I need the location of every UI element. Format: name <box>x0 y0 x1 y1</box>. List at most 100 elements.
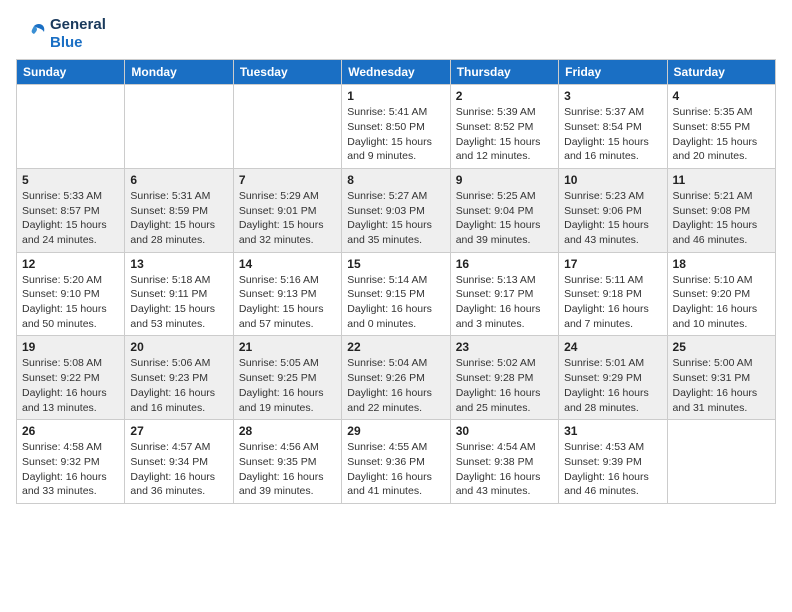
day-info: Sunrise: 4:55 AM Sunset: 9:36 PM Dayligh… <box>347 440 444 499</box>
logo-bird-icon <box>16 18 48 50</box>
weekday-header: Tuesday <box>233 60 341 85</box>
calendar-cell: 15 Sunrise: 5:14 AM Sunset: 9:15 PM Dayli… <box>342 252 450 336</box>
calendar-cell: 1Sunrise: 5:41 AM Sunset: 8:50 PM Daylig… <box>342 85 450 169</box>
day-number: 16 <box>456 257 553 271</box>
page-header: General Blue <box>16 16 776 51</box>
day-info: Sunrise: 4:57 AM Sunset: 9:34 PM Dayligh… <box>130 440 227 499</box>
calendar-cell <box>667 420 775 504</box>
logo-general: General <box>50 16 106 33</box>
calendar-cell: 3 Sunrise: 5:37 AM Sunset: 8:54 PM Daylig… <box>559 85 667 169</box>
day-number: 4 <box>673 89 770 103</box>
calendar-cell: 12Sunrise: 5:20 AM Sunset: 9:10 PM Dayli… <box>17 252 125 336</box>
day-info: Sunrise: 5:25 AM Sunset: 9:04 PM Dayligh… <box>456 189 553 248</box>
day-number: 30 <box>456 424 553 438</box>
calendar-cell: 16 Sunrise: 5:13 AM Sunset: 9:17 PM Dayli… <box>450 252 558 336</box>
day-number: 31 <box>564 424 661 438</box>
calendar-cell: 9 Sunrise: 5:25 AM Sunset: 9:04 PM Daylig… <box>450 168 558 252</box>
day-number: 21 <box>239 340 336 354</box>
day-number: 28 <box>239 424 336 438</box>
day-number: 3 <box>564 89 661 103</box>
calendar-cell: 25 Sunrise: 5:00 AM Sunset: 9:31 PM Dayli… <box>667 336 775 420</box>
calendar-cell: 26 Sunrise: 4:58 AM Sunset: 9:32 PM Dayli… <box>17 420 125 504</box>
calendar-cell: 17 Sunrise: 5:11 AM Sunset: 9:18 PM Dayli… <box>559 252 667 336</box>
day-info: Sunrise: 5:39 AM Sunset: 8:52 PM Dayligh… <box>456 105 553 164</box>
calendar-cell: 24 Sunrise: 5:01 AM Sunset: 9:29 PM Dayli… <box>559 336 667 420</box>
day-info: Sunrise: 5:04 AM Sunset: 9:26 PM Dayligh… <box>347 356 444 415</box>
day-info: Sunrise: 5:10 AM Sunset: 9:20 PM Dayligh… <box>673 273 770 332</box>
weekday-header: Saturday <box>667 60 775 85</box>
calendar-cell <box>125 85 233 169</box>
day-number: 25 <box>673 340 770 354</box>
day-info: Sunrise: 5:37 AM Sunset: 8:54 PM Dayligh… <box>564 105 661 164</box>
day-number: 10 <box>564 173 661 187</box>
calendar-cell: 23Sunrise: 5:02 AM Sunset: 9:28 PM Dayli… <box>450 336 558 420</box>
day-number: 19 <box>22 340 119 354</box>
day-info: Sunrise: 5:16 AM Sunset: 9:13 PM Dayligh… <box>239 273 336 332</box>
weekday-header: Friday <box>559 60 667 85</box>
calendar-cell: 14 Sunrise: 5:16 AM Sunset: 9:13 PM Dayli… <box>233 252 341 336</box>
calendar-cell: 4 Sunrise: 5:35 AM Sunset: 8:55 PM Daylig… <box>667 85 775 169</box>
calendar-cell: 20Sunrise: 5:06 AM Sunset: 9:23 PM Dayli… <box>125 336 233 420</box>
calendar-cell: 18 Sunrise: 5:10 AM Sunset: 9:20 PM Dayli… <box>667 252 775 336</box>
calendar-cell: 13Sunrise: 5:18 AM Sunset: 9:11 PM Dayli… <box>125 252 233 336</box>
calendar-cell: 11Sunrise: 5:21 AM Sunset: 9:08 PM Dayli… <box>667 168 775 252</box>
calendar-week-row: 5Sunrise: 5:33 AM Sunset: 8:57 PM Daylig… <box>17 168 776 252</box>
day-info: Sunrise: 4:58 AM Sunset: 9:32 PM Dayligh… <box>22 440 119 499</box>
day-info: Sunrise: 5:08 AM Sunset: 9:22 PM Dayligh… <box>22 356 119 415</box>
day-number: 14 <box>239 257 336 271</box>
day-info: Sunrise: 5:13 AM Sunset: 9:17 PM Dayligh… <box>456 273 553 332</box>
day-number: 15 <box>347 257 444 271</box>
day-number: 29 <box>347 424 444 438</box>
day-info: Sunrise: 5:01 AM Sunset: 9:29 PM Dayligh… <box>564 356 661 415</box>
day-number: 1 <box>347 89 444 103</box>
logo: General Blue <box>16 16 106 51</box>
weekday-header: Monday <box>125 60 233 85</box>
calendar-cell: 2 Sunrise: 5:39 AM Sunset: 8:52 PM Daylig… <box>450 85 558 169</box>
day-number: 2 <box>456 89 553 103</box>
day-number: 27 <box>130 424 227 438</box>
day-info: Sunrise: 5:02 AM Sunset: 9:28 PM Dayligh… <box>456 356 553 415</box>
day-info: Sunrise: 5:11 AM Sunset: 9:18 PM Dayligh… <box>564 273 661 332</box>
day-info: Sunrise: 5:00 AM Sunset: 9:31 PM Dayligh… <box>673 356 770 415</box>
calendar-cell: 7 Sunrise: 5:29 AM Sunset: 9:01 PM Daylig… <box>233 168 341 252</box>
calendar-week-row: 12Sunrise: 5:20 AM Sunset: 9:10 PM Dayli… <box>17 252 776 336</box>
calendar-table: SundayMondayTuesdayWednesdayThursdayFrid… <box>16 59 776 504</box>
day-number: 17 <box>564 257 661 271</box>
day-number: 12 <box>22 257 119 271</box>
day-number: 5 <box>22 173 119 187</box>
day-number: 9 <box>456 173 553 187</box>
calendar-cell: 22 Sunrise: 5:04 AM Sunset: 9:26 PM Dayli… <box>342 336 450 420</box>
calendar-week-row: 19 Sunrise: 5:08 AM Sunset: 9:22 PM Dayli… <box>17 336 776 420</box>
day-info: Sunrise: 4:56 AM Sunset: 9:35 PM Dayligh… <box>239 440 336 499</box>
logo-text-block: General Blue <box>16 16 106 51</box>
calendar-week-row: 26 Sunrise: 4:58 AM Sunset: 9:32 PM Dayli… <box>17 420 776 504</box>
calendar-cell: 31Sunrise: 4:53 AM Sunset: 9:39 PM Dayli… <box>559 420 667 504</box>
calendar-cell: 6 Sunrise: 5:31 AM Sunset: 8:59 PM Daylig… <box>125 168 233 252</box>
weekday-header: Wednesday <box>342 60 450 85</box>
calendar-cell: 10Sunrise: 5:23 AM Sunset: 9:06 PM Dayli… <box>559 168 667 252</box>
day-number: 24 <box>564 340 661 354</box>
day-number: 6 <box>130 173 227 187</box>
weekday-header: Thursday <box>450 60 558 85</box>
calendar-cell: 29 Sunrise: 4:55 AM Sunset: 9:36 PM Dayli… <box>342 420 450 504</box>
weekday-header-row: SundayMondayTuesdayWednesdayThursdayFrid… <box>17 60 776 85</box>
calendar-cell: 5Sunrise: 5:33 AM Sunset: 8:57 PM Daylig… <box>17 168 125 252</box>
day-number: 26 <box>22 424 119 438</box>
day-info: Sunrise: 5:29 AM Sunset: 9:01 PM Dayligh… <box>239 189 336 248</box>
calendar-cell: 30Sunrise: 4:54 AM Sunset: 9:38 PM Dayli… <box>450 420 558 504</box>
day-number: 7 <box>239 173 336 187</box>
day-info: Sunrise: 5:14 AM Sunset: 9:15 PM Dayligh… <box>347 273 444 332</box>
day-number: 13 <box>130 257 227 271</box>
weekday-header: Sunday <box>17 60 125 85</box>
day-info: Sunrise: 5:35 AM Sunset: 8:55 PM Dayligh… <box>673 105 770 164</box>
day-info: Sunrise: 5:05 AM Sunset: 9:25 PM Dayligh… <box>239 356 336 415</box>
day-number: 8 <box>347 173 444 187</box>
calendar-cell: 8Sunrise: 5:27 AM Sunset: 9:03 PM Daylig… <box>342 168 450 252</box>
day-info: Sunrise: 5:31 AM Sunset: 8:59 PM Dayligh… <box>130 189 227 248</box>
day-number: 18 <box>673 257 770 271</box>
day-info: Sunrise: 5:06 AM Sunset: 9:23 PM Dayligh… <box>130 356 227 415</box>
calendar-cell: 21 Sunrise: 5:05 AM Sunset: 9:25 PM Dayli… <box>233 336 341 420</box>
calendar-cell: 19 Sunrise: 5:08 AM Sunset: 9:22 PM Dayli… <box>17 336 125 420</box>
logo-blue: Blue <box>50 34 83 51</box>
day-number: 22 <box>347 340 444 354</box>
